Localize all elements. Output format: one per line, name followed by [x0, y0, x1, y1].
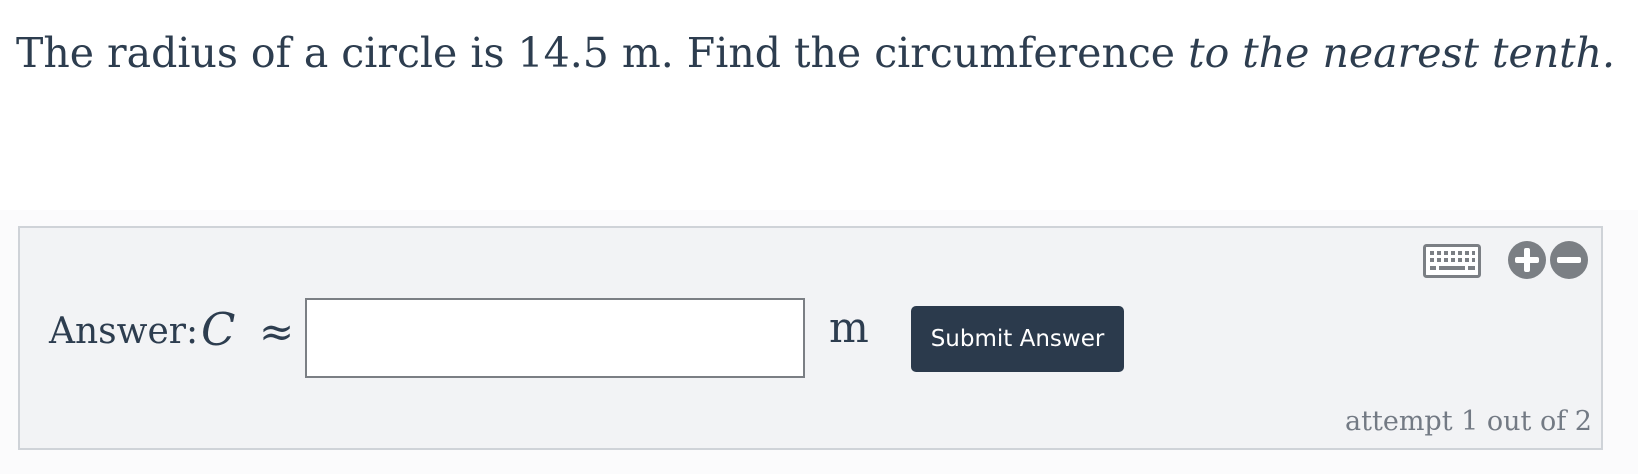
approximately-equal-symbol: ≈ [259, 307, 295, 356]
question-main-text: The radius of a circle is 14.5 m. Find t… [16, 29, 1189, 77]
unit-label: m [829, 303, 869, 352]
submit-answer-button[interactable]: Submit Answer [911, 306, 1124, 372]
question-instruction: to the nearest tenth. [1188, 29, 1616, 77]
question-text: The radius of a circle is 14.5 m. Find t… [16, 26, 1615, 80]
keyboard-icon-graphic [1423, 244, 1481, 278]
answer-panel: Answer: C ≈ m Submit Answer attempt 1 ou… [18, 226, 1603, 450]
attempt-counter: attempt 1 out of 2 [1345, 406, 1592, 437]
minus-circle-icon-graphic [1550, 241, 1588, 279]
answer-label: Answer: [49, 311, 199, 352]
circumference-variable: C [201, 303, 236, 356]
plus-circle-icon[interactable] [1507, 240, 1547, 280]
question-section: The radius of a circle is 14.5 m. Find t… [0, 0, 1638, 210]
practice-problem-page: The radius of a circle is 14.5 m. Find t… [0, 0, 1638, 474]
answer-input[interactable] [305, 298, 805, 378]
keyboard-icon[interactable] [1423, 244, 1481, 278]
minus-circle-icon[interactable] [1549, 240, 1589, 280]
plus-circle-icon-graphic [1508, 241, 1546, 279]
